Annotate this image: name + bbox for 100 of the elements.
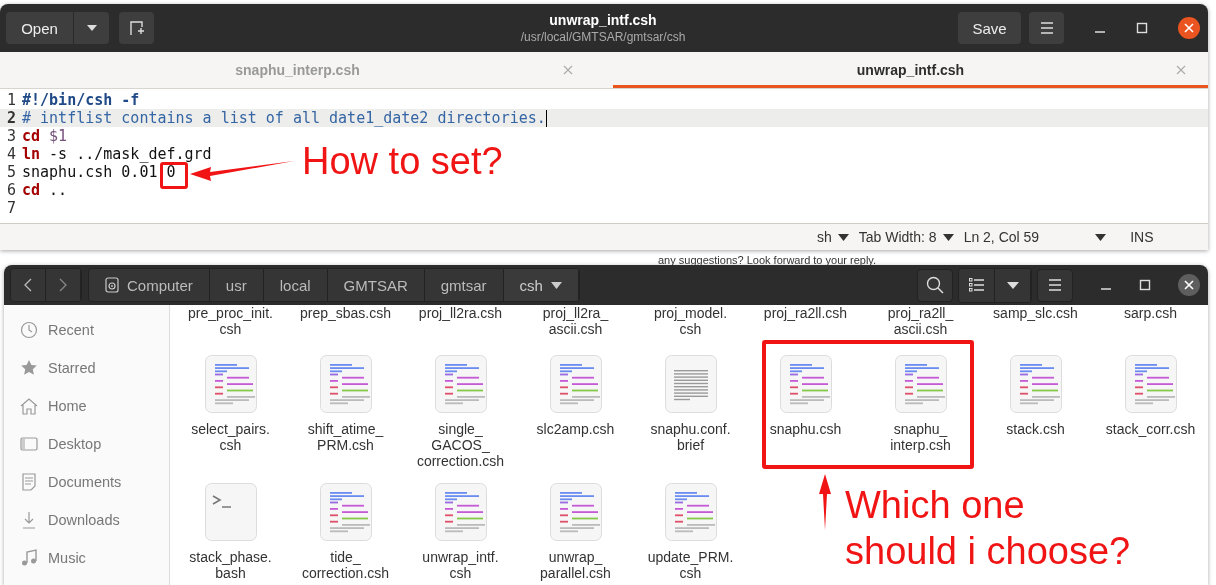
- file-name[interactable]: unwrap_intf. csh: [422, 549, 499, 581]
- editor-tab[interactable]: unwrap_intf.csh: [613, 52, 1208, 88]
- file-path: /usr/local/GMTSAR/gmtsar/csh: [520, 30, 686, 44]
- close-icon[interactable]: [1178, 17, 1200, 39]
- path-segment[interactable]: GMTSAR: [327, 269, 425, 301]
- file-name[interactable]: tide_ correction.csh: [301, 549, 390, 581]
- sidebar-item[interactable]: Recent: [4, 311, 169, 349]
- sidebar-item[interactable]: Documents: [4, 463, 169, 501]
- line-number: 3: [5, 127, 16, 145]
- annotation-text: How to set?: [302, 140, 503, 183]
- code-file-icon: [319, 355, 372, 413]
- insert-mode: INS: [1130, 229, 1154, 245]
- sidebar-item[interactable]: Downloads: [4, 501, 169, 539]
- code-file-icon: [664, 483, 717, 541]
- caret-icon: [85, 24, 98, 32]
- list-view-icon: [968, 278, 985, 292]
- text-file-icon: [664, 355, 717, 413]
- caret-icon: [1006, 281, 1019, 289]
- code-file-icon: [434, 483, 487, 541]
- new-tab-icon: [128, 20, 145, 36]
- file-name[interactable]: update_PRM. csh: [647, 549, 734, 581]
- code-line: snaphu.csh 0.01 0: [22, 163, 176, 181]
- file-name[interactable]: unwrap_ parallel.csh: [540, 549, 611, 581]
- window-title: unwrap_intf.csh: [548, 12, 658, 28]
- text-cursor: [545, 110, 547, 127]
- file-name[interactable]: prep_sbas.csh: [299, 305, 392, 321]
- code-file-icon: [1009, 355, 1062, 413]
- code-file-icon: [319, 483, 372, 541]
- menu-button[interactable]: [1037, 268, 1073, 302]
- download-icon: [20, 511, 38, 529]
- file-name[interactable]: proj_ll2ra_ ascii.csh: [542, 305, 609, 337]
- file-name[interactable]: stack_phase. bash: [189, 549, 272, 581]
- sidebar-item[interactable]: Home: [4, 387, 169, 425]
- music-icon: [20, 549, 38, 567]
- file-name[interactable]: snaphu_ interp.csh: [890, 421, 951, 453]
- menu-button[interactable]: [1029, 12, 1064, 44]
- line-number: 7: [5, 199, 16, 217]
- caret-icon: [550, 281, 562, 289]
- sidebar-item[interactable]: Desktop: [4, 425, 169, 463]
- language-selector[interactable]: sh: [817, 229, 832, 245]
- annotation-text: Which one should i choose?: [845, 483, 1131, 574]
- path-segment[interactable]: gmtsar: [424, 269, 504, 301]
- terminal-file-icon: [204, 483, 257, 541]
- save-button[interactable]: Save: [958, 12, 1021, 44]
- file-name[interactable]: samp_slc.csh: [993, 305, 1078, 321]
- file-name[interactable]: proj_ra2ll_ ascii.csh: [887, 305, 954, 337]
- caret-icon[interactable]: [1095, 233, 1107, 241]
- background-text: any suggestions? Look forward to your reply.: [658, 253, 877, 268]
- path-segment[interactable]: local: [263, 269, 328, 301]
- cursor-position[interactable]: Ln 2, Col 59: [963, 229, 1040, 245]
- search-icon: [926, 276, 944, 294]
- close-icon[interactable]: [1178, 274, 1200, 296]
- path-segment[interactable]: usr: [209, 269, 264, 301]
- file-name[interactable]: proj_ra2ll.csh: [763, 305, 848, 321]
- file-name[interactable]: stack.csh: [1006, 421, 1065, 437]
- maximize-icon[interactable]: [1139, 279, 1151, 291]
- highlight-box: [160, 162, 188, 189]
- line-number: 6: [5, 181, 16, 199]
- caret-icon[interactable]: [837, 233, 849, 241]
- code-file-icon: [1124, 355, 1177, 413]
- new-tab-button[interactable]: [119, 12, 154, 44]
- file-name[interactable]: slc2amp.csh: [536, 421, 615, 437]
- sidebar-item[interactable]: Starred: [4, 349, 169, 387]
- file-name[interactable]: proj_ll2ra.csh: [418, 305, 503, 321]
- desktop-icon: [20, 435, 38, 453]
- clock-icon: [20, 321, 38, 339]
- forward-icon: [59, 278, 67, 292]
- view-button[interactable]: [959, 268, 995, 302]
- open-menu-button[interactable]: [74, 12, 109, 44]
- back-button[interactable]: [11, 269, 46, 301]
- file-name[interactable]: pre_proc_init. csh: [188, 305, 273, 337]
- menu-icon: [1039, 22, 1054, 34]
- file-name[interactable]: shift_atime_ PRM.csh: [307, 421, 384, 453]
- search-button[interactable]: [917, 268, 953, 302]
- code-file-icon: [779, 355, 832, 413]
- file-name[interactable]: stack_corr.csh: [1105, 421, 1196, 437]
- file-name[interactable]: snaphu.csh: [769, 421, 842, 437]
- code-line: # intflist contains a list of all date1_date2 directories.: [22, 109, 546, 127]
- code-file-icon: [434, 355, 487, 413]
- code-line: ln -s ../mask_def.grd: [22, 145, 212, 163]
- view-options-button[interactable]: [995, 268, 1031, 302]
- file-name[interactable]: select_pairs. csh: [191, 421, 270, 453]
- path-segment[interactable]: Computer: [89, 269, 210, 301]
- code-file-icon: [549, 483, 602, 541]
- file-name[interactable]: sarp.csh: [1124, 305, 1177, 321]
- code-file-icon: [204, 355, 257, 413]
- code-line: cd $1: [22, 127, 68, 145]
- line-number: 2: [5, 109, 16, 127]
- caret-icon[interactable]: [942, 233, 954, 241]
- tab-width-selector[interactable]: Tab Width: 8: [858, 229, 937, 245]
- file-name[interactable]: snaphu.conf. brief: [650, 421, 731, 453]
- file-name[interactable]: proj_model. csh: [653, 305, 728, 337]
- code-line: cd ..: [22, 181, 68, 199]
- sidebar-item[interactable]: Music: [4, 539, 169, 577]
- line-number: 1: [5, 91, 16, 109]
- path-segment[interactable]: csh: [503, 269, 579, 301]
- maximize-icon[interactable]: [1136, 22, 1148, 34]
- open-button[interactable]: Open: [6, 12, 74, 44]
- file-name[interactable]: single_ GACOS_ correction.csh: [416, 421, 505, 469]
- code-line: #!/bin/csh -f: [22, 91, 140, 109]
